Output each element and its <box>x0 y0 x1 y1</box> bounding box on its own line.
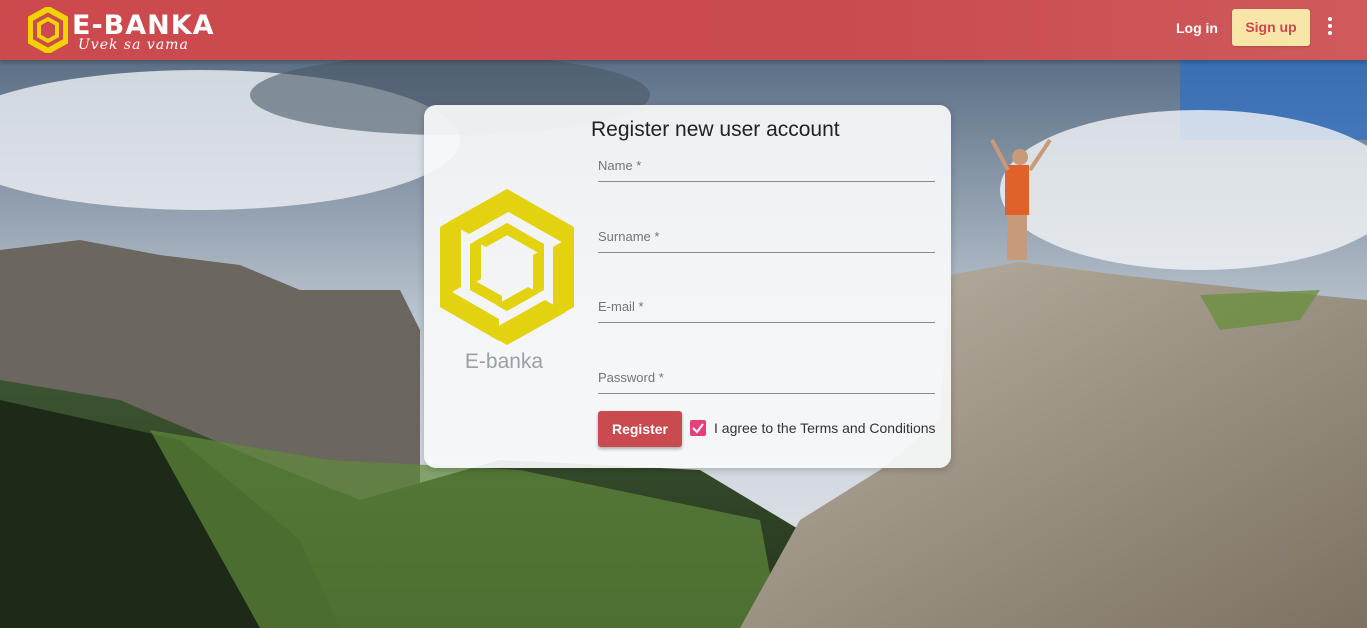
login-link[interactable]: Log in <box>1168 10 1226 46</box>
page-title: Register new user account <box>591 118 840 141</box>
signup-button[interactable]: Sign up <box>1232 9 1310 46</box>
surname-field[interactable]: Surname * <box>598 214 935 254</box>
ebanka-logo-icon <box>28 7 68 53</box>
password-input[interactable] <box>598 355 935 394</box>
surname-input[interactable] <box>598 214 935 253</box>
email-input[interactable] <box>598 284 935 323</box>
brand-logo[interactable]: E-BANKA Uvek sa vama <box>28 6 228 54</box>
name-input[interactable] <box>598 143 935 182</box>
email-field[interactable]: E-mail * <box>598 284 935 324</box>
terms-checkbox[interactable] <box>690 420 706 436</box>
card-logo-text: E-banka <box>464 350 544 373</box>
register-card: E-banka Register new user account Name *… <box>424 105 951 468</box>
terms-label: I agree to the Terms and Conditions <box>714 420 936 436</box>
check-icon <box>692 423 704 434</box>
register-button[interactable]: Register <box>598 411 682 447</box>
more-vert-icon[interactable] <box>1318 14 1342 42</box>
brand-tagline: Uvek sa vama <box>78 37 189 53</box>
top-app-bar: E-BANKA Uvek sa vama Log in Sign up <box>0 0 1367 60</box>
name-field[interactable]: Name * <box>598 143 935 183</box>
ebanka-logo-icon-large <box>440 189 574 345</box>
password-field[interactable]: Password * <box>598 355 935 395</box>
